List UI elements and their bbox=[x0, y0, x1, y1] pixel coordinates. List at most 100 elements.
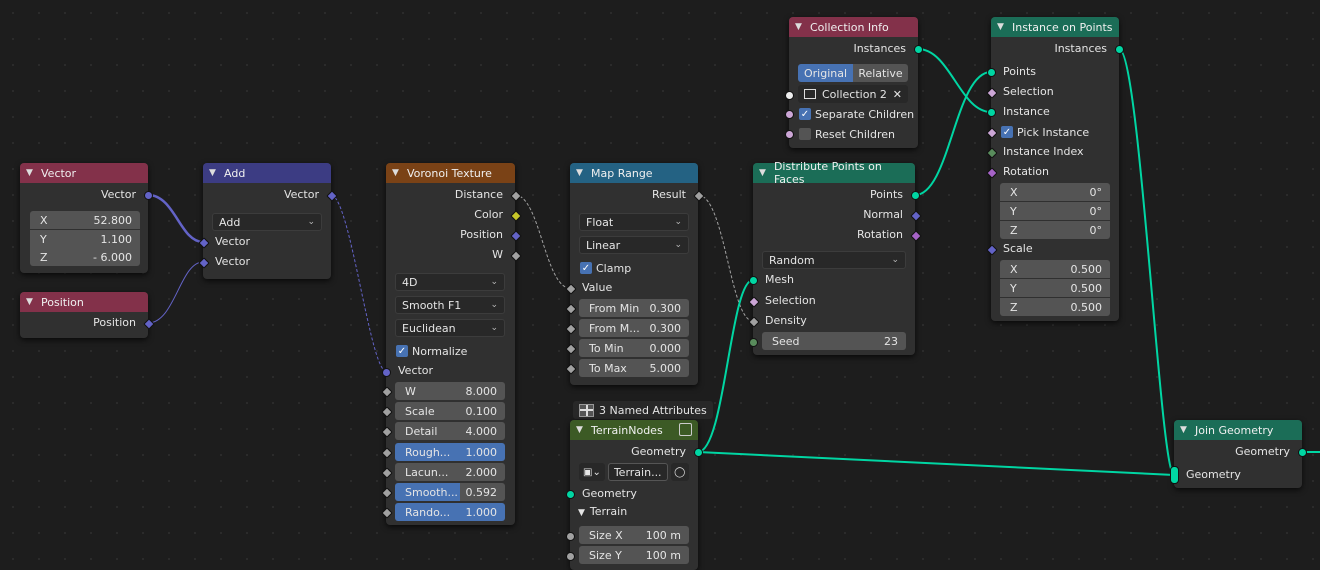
feature-dropdown[interactable]: Smooth F1 ⌄ bbox=[395, 296, 505, 314]
input-socket[interactable] bbox=[565, 343, 577, 355]
input-socket[interactable] bbox=[381, 406, 393, 418]
map-range-node[interactable]: ▼ Map Range Result Float ⌄ Linear ⌄ ✓ Clamp… bbox=[565, 163, 705, 385]
join-geometry-node[interactable]: ▼ Join Geometry Geometry Geometry bbox=[1170, 420, 1307, 488]
input-socket[interactable] bbox=[785, 110, 794, 119]
output-socket[interactable] bbox=[694, 448, 703, 457]
join-geometry-header[interactable]: ▼ Join Geometry bbox=[1174, 420, 1302, 440]
input-socket[interactable] bbox=[987, 108, 996, 117]
collapse-chevron-icon[interactable]: ▼ bbox=[795, 22, 805, 32]
input-socket[interactable] bbox=[381, 487, 393, 499]
output-socket[interactable] bbox=[911, 191, 920, 200]
collapse-chevron-icon[interactable]: ▼ bbox=[26, 297, 36, 307]
pick-instance-checkbox[interactable]: ✓ Pick Instance bbox=[1001, 124, 1089, 140]
add-node-header[interactable]: ▼ Add bbox=[203, 163, 331, 183]
input-socket[interactable] bbox=[381, 447, 393, 459]
node-group-icon[interactable] bbox=[679, 423, 692, 436]
terrain-nodes-group-node[interactable]: ▼ TerrainNodes Geometry ▣⌄ Terrain... ◯ … bbox=[566, 420, 703, 570]
collapse-chevron-icon[interactable]: ▼ bbox=[209, 168, 219, 178]
input-socket[interactable] bbox=[565, 303, 577, 315]
voronoi-texture-node[interactable]: ▼ Voronoi Texture Distance Color Positio… bbox=[381, 163, 522, 525]
separate-children-checkbox[interactable]: ✓ Separate Children bbox=[799, 106, 914, 122]
input-socket[interactable] bbox=[566, 490, 575, 499]
input-socket[interactable] bbox=[749, 276, 758, 285]
z-field[interactable]: Z- 6.000 bbox=[30, 248, 140, 266]
size-x-field[interactable]: Size X 100 m bbox=[579, 526, 689, 544]
collection-field[interactable]: Collection 2 ✕ bbox=[798, 85, 908, 103]
collapse-chevron-icon[interactable]: ▼ bbox=[26, 168, 36, 178]
input-socket[interactable] bbox=[987, 68, 996, 77]
relative-option[interactable]: Relative bbox=[853, 64, 908, 82]
seed-field[interactable]: Seed 23 bbox=[762, 332, 906, 350]
input-socket[interactable] bbox=[986, 127, 998, 139]
scale-z-field[interactable]: Z 0.500 bbox=[1000, 298, 1110, 316]
input-socket[interactable] bbox=[565, 323, 577, 335]
input-socket[interactable] bbox=[381, 507, 393, 519]
position-node[interactable]: ▼ Position Position bbox=[20, 292, 155, 338]
position-node-header[interactable]: ▼ Position bbox=[20, 292, 148, 312]
collection-info-node[interactable]: ▼ Collection Info Instances Original Rel… bbox=[785, 17, 923, 148]
input-socket[interactable] bbox=[381, 386, 393, 398]
terrain-node-header[interactable]: ▼ TerrainNodes bbox=[570, 420, 698, 440]
randomness-field[interactable]: Rando... 1.000 bbox=[395, 503, 505, 521]
input-socket[interactable] bbox=[565, 363, 577, 375]
input-socket[interactable] bbox=[381, 426, 393, 438]
output-socket[interactable] bbox=[914, 45, 923, 54]
distribute-node-header[interactable]: ▼ Distribute Points on Faces bbox=[753, 160, 915, 186]
rotation-x-field[interactable]: X 0° bbox=[1000, 183, 1110, 201]
size-y-field[interactable]: Size Y 100 m bbox=[579, 546, 689, 564]
original-option[interactable]: Original bbox=[798, 64, 853, 82]
scale-field[interactable]: Scale 0.100 bbox=[395, 402, 505, 420]
rotation-y-field[interactable]: Y 0° bbox=[1000, 202, 1110, 220]
x-field[interactable]: X 52.800 bbox=[30, 211, 140, 229]
collapse-chevron-icon[interactable]: ▼ bbox=[576, 168, 586, 178]
vector-node[interactable]: ▼ Vector Vector X 52.800 Y 1.100 Z- 6.000 bbox=[20, 163, 153, 273]
collection-info-header[interactable]: ▼ Collection Info bbox=[789, 17, 918, 37]
lacunarity-field[interactable]: Lacun... 2.000 bbox=[395, 463, 505, 481]
clamp-checkbox[interactable]: ✓ Clamp bbox=[580, 260, 631, 276]
add-node[interactable]: ▼ Add Vector Add ⌄ Vector Vector bbox=[198, 163, 338, 279]
input-socket[interactable] bbox=[785, 91, 794, 100]
instance-on-points-header[interactable]: ▼ Instance on Points bbox=[991, 17, 1119, 37]
voronoi-node-header[interactable]: ▼ Voronoi Texture bbox=[386, 163, 515, 183]
vector-node-header[interactable]: ▼ Vector bbox=[20, 163, 148, 183]
detail-field[interactable]: Detail 4.000 bbox=[395, 422, 505, 440]
from-max-field[interactable]: From M... 0.300 bbox=[579, 319, 689, 337]
scale-x-field[interactable]: X 0.500 bbox=[1000, 260, 1110, 278]
collapse-chevron-icon[interactable]: ▼ bbox=[997, 22, 1007, 32]
dimensions-dropdown[interactable]: 4D ⌄ bbox=[395, 273, 505, 291]
roughness-field[interactable]: Rough... 1.000 bbox=[395, 443, 505, 461]
reset-children-checkbox[interactable]: Reset Children bbox=[799, 126, 895, 142]
close-icon[interactable]: ✕ bbox=[893, 88, 902, 101]
scale-y-field[interactable]: Y 0.500 bbox=[1000, 279, 1110, 297]
instance-on-points-node[interactable]: ▼ Instance on Points Instances Points Se… bbox=[986, 17, 1124, 321]
w-field[interactable]: W 8.000 bbox=[395, 382, 505, 400]
collapse-chevron-icon[interactable]: ▼ bbox=[1180, 425, 1190, 435]
named-attributes-tag[interactable]: 3 Named Attributes bbox=[573, 401, 713, 419]
input-socket[interactable] bbox=[785, 130, 794, 139]
multi-input-socket[interactable] bbox=[1170, 466, 1179, 484]
map-range-node-header[interactable]: ▼ Map Range bbox=[570, 163, 698, 183]
to-max-field[interactable]: To Max 5.000 bbox=[579, 359, 689, 377]
input-socket[interactable] bbox=[566, 532, 575, 541]
input-socket[interactable] bbox=[749, 338, 758, 347]
fake-user-shield-icon[interactable]: ◯ bbox=[670, 463, 689, 481]
transform-space-toggle[interactable]: Original Relative bbox=[798, 64, 908, 82]
group-browse-button[interactable]: ▣⌄ bbox=[579, 463, 605, 481]
distribute-method-dropdown[interactable]: Random ⌄ bbox=[762, 251, 906, 269]
from-min-field[interactable]: From Min 0.300 bbox=[579, 299, 689, 317]
normalize-checkbox[interactable]: ✓ Normalize bbox=[396, 343, 467, 359]
input-socket[interactable] bbox=[381, 467, 393, 479]
input-socket[interactable] bbox=[382, 368, 391, 377]
operation-dropdown[interactable]: Add ⌄ bbox=[212, 213, 322, 231]
metric-dropdown[interactable]: Euclidean ⌄ bbox=[395, 319, 505, 337]
output-socket[interactable] bbox=[1298, 448, 1307, 457]
group-selector[interactable]: ▣⌄ Terrain... ◯ bbox=[579, 463, 689, 481]
smoothness-field[interactable]: Smooth... 0.592 bbox=[395, 483, 505, 501]
rotation-z-field[interactable]: Z 0° bbox=[1000, 221, 1110, 239]
collapse-chevron-icon[interactable]: ▼ bbox=[576, 425, 586, 435]
output-socket[interactable] bbox=[1115, 45, 1124, 54]
interpolation-dropdown[interactable]: Linear ⌄ bbox=[579, 236, 689, 254]
to-min-field[interactable]: To Min 0.000 bbox=[579, 339, 689, 357]
y-field[interactable]: Y 1.100 bbox=[30, 230, 140, 248]
distribute-points-node[interactable]: ▼ Distribute Points on Faces Points Norm… bbox=[748, 160, 922, 355]
